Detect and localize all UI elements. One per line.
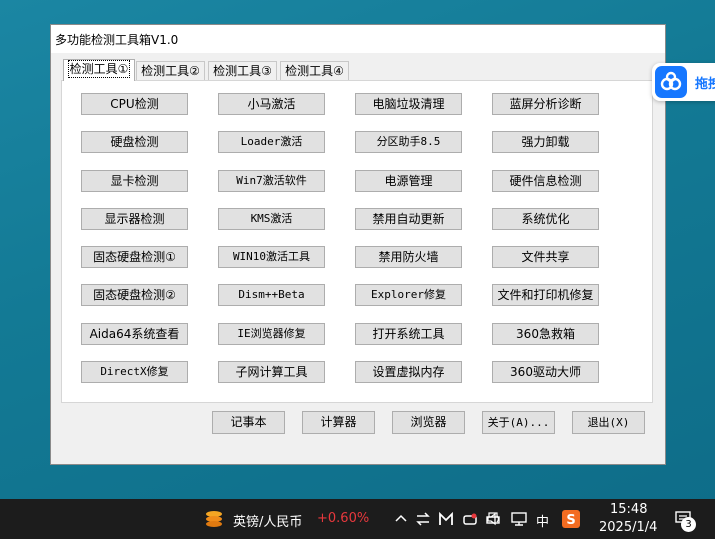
tab-tools-1[interactable]: 检测工具①	[63, 59, 135, 81]
clock-time[interactable]: 15:48	[610, 502, 647, 517]
drag-label: 拖拽	[695, 77, 715, 92]
title-bar[interactable]: 多功能检测工具箱V1.0	[51, 25, 665, 53]
file-printer-repair-button[interactable]: 文件和打印机修复	[492, 284, 599, 306]
subnet-calc-button[interactable]: 子网计算工具	[218, 361, 325, 383]
taskbar: 英镑/人民币 +0.60% 中 S 15:48 2025/1/4 3	[0, 499, 715, 539]
open-system-tools-button[interactable]: 打开系统工具	[355, 323, 462, 345]
window-title: 多功能检测工具箱V1.0	[55, 33, 179, 47]
notepad-button[interactable]: 记事本	[212, 411, 285, 434]
ie-repair-button[interactable]: IE浏览器修复	[218, 323, 325, 345]
app-window: 多功能检测工具箱V1.0 检测工具① 检测工具② 检测工具③ 检测工具④ CPU…	[50, 24, 666, 465]
directx-repair-button[interactable]: DirectX修复	[81, 361, 188, 383]
svg-text:S: S	[566, 513, 575, 528]
currency-pair-label: 英镑/人民币	[233, 515, 303, 530]
virtual-memory-button[interactable]: 设置虚拟内存	[355, 361, 462, 383]
loader-activate-button[interactable]: Loader激活	[218, 131, 325, 153]
ssd-check-2-button[interactable]: 固态硬盘检测②	[81, 284, 188, 306]
about-button[interactable]: 关于(A)...	[482, 411, 555, 434]
aida64-button[interactable]: Aida64系统查看	[81, 323, 188, 345]
tab-tools-4[interactable]: 检测工具④	[280, 61, 349, 80]
notification-badge: 3	[681, 517, 696, 532]
xiaoma-activate-button[interactable]: 小马激活	[218, 93, 325, 115]
dism-button[interactable]: Dism++Beta	[218, 284, 325, 306]
hardware-info-button[interactable]: 硬件信息检测	[492, 170, 599, 192]
exit-button[interactable]: 退出(X)	[572, 411, 645, 434]
disable-firewall-button[interactable]: 禁用防火墙	[355, 246, 462, 268]
force-uninstall-button[interactable]: 强力卸载	[492, 131, 599, 153]
chevron-up-icon[interactable]	[392, 510, 410, 528]
currency-widget[interactable]: 英镑/人民币 +0.60%	[200, 499, 372, 539]
win7-activate-button[interactable]: Win7激活软件	[218, 170, 325, 192]
monitor-check-button[interactable]: 显示器检测	[81, 208, 188, 230]
calculator-button[interactable]: 计算器	[302, 411, 375, 434]
system-optimize-button[interactable]: 系统优化	[492, 208, 599, 230]
cloud-app-icon[interactable]	[461, 510, 479, 528]
display-icon[interactable]	[510, 510, 528, 528]
partition-assistant-button[interactable]: 分区助手8.5	[355, 131, 462, 153]
netdisk-float-widget[interactable]: 拖拽	[652, 63, 715, 101]
explorer-repair-button[interactable]: Explorer修复	[355, 284, 462, 306]
file-sharing-button[interactable]: 文件共享	[492, 246, 599, 268]
speaker-icon[interactable]	[485, 510, 503, 528]
currency-change: +0.60%	[317, 511, 370, 526]
cpu-check-button[interactable]: CPU检测	[81, 93, 188, 115]
sogou-s-icon[interactable]: S	[562, 510, 580, 528]
rescue-kit-360-button[interactable]: 360急救箱	[492, 323, 599, 345]
tools-panel: CPU检测 硬盘检测 显卡检测 显示器检测 固态硬盘检测① 固态硬盘检测② Ai…	[61, 80, 653, 403]
ime-indicator[interactable]: 中	[536, 511, 549, 530]
driver-master-360-button[interactable]: 360驱动大师	[492, 361, 599, 383]
coins-icon	[206, 511, 222, 527]
baidu-netdisk-cloud-icon	[655, 66, 687, 98]
browser-button[interactable]: 浏览器	[392, 411, 465, 434]
junk-clean-button[interactable]: 电脑垃圾清理	[355, 93, 462, 115]
tab-tools-2[interactable]: 检测工具②	[136, 61, 205, 80]
bsod-analysis-button[interactable]: 蓝屏分析诊断	[492, 93, 599, 115]
power-management-button[interactable]: 电源管理	[355, 170, 462, 192]
ssd-check-1-button[interactable]: 固态硬盘检测①	[81, 246, 188, 268]
gpu-check-button[interactable]: 显卡检测	[81, 170, 188, 192]
sync-icon[interactable]	[414, 510, 432, 528]
win10-activate-button[interactable]: WIN10激活工具	[218, 246, 325, 268]
clock-date[interactable]: 2025/1/4	[599, 520, 657, 535]
tab-tools-3[interactable]: 检测工具③	[208, 61, 277, 80]
kms-activate-button[interactable]: KMS激活	[218, 208, 325, 230]
disk-check-button[interactable]: 硬盘检测	[81, 131, 188, 153]
m-app-icon[interactable]	[437, 510, 455, 528]
disable-auto-update-button[interactable]: 禁用自动更新	[355, 208, 462, 230]
